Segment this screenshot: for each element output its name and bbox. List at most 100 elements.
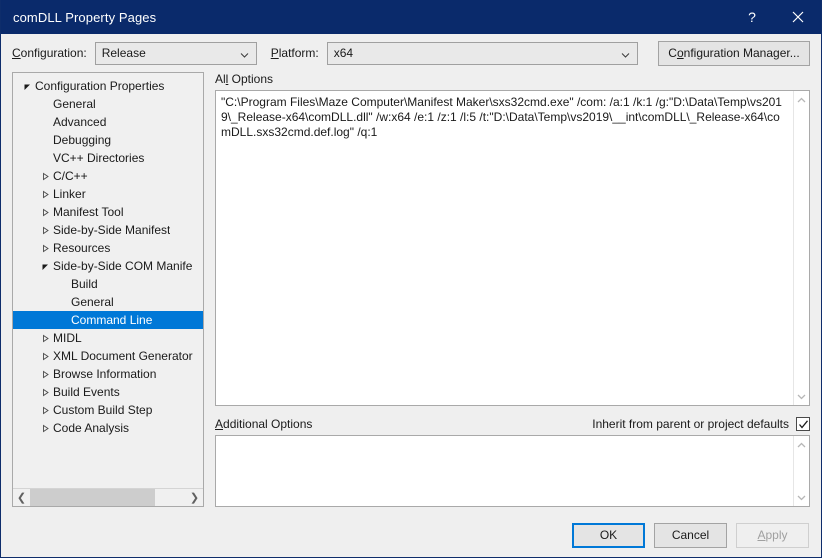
chevron-up-icon[interactable] [794,439,810,451]
triangle-right-icon[interactable] [37,190,53,199]
tree-horizontal-scrollbar[interactable]: ❮ ❯ [13,488,203,506]
options-pane: All Options "C:\Program Files\Maze Compu… [215,72,810,513]
apply-button: Apply [736,522,809,548]
triangle-down-icon[interactable] [37,262,53,271]
tree-item-c-c[interactable]: C/C++ [13,167,203,185]
tree-item-advanced[interactable]: Advanced [13,113,203,131]
platform-dropdown[interactable]: x64 [326,41,638,65]
tree-item-general[interactable]: General [13,293,203,311]
additional-options-value [216,436,793,506]
configuration-manager-button[interactable]: Configuration Manager... [658,40,810,66]
tree-item-build[interactable]: Build [13,275,203,293]
property-pages-dialog: comDLL Property Pages ? Configuration: R… [0,0,822,558]
tree-item-label: Custom Build Step [53,403,153,417]
triangle-right-icon[interactable] [37,352,53,361]
tree-item-label: Side-by-Side Manifest [53,223,171,237]
triangle-down-icon[interactable] [19,82,35,91]
inherit-defaults-checkbox[interactable] [796,417,810,431]
triangle-right-icon[interactable] [37,406,53,415]
tree-item-browse-information[interactable]: Browse Information [13,365,203,383]
additional-options-label: Additional Options [215,417,313,431]
triangle-right-icon[interactable] [37,208,53,217]
tree-item-side-by-side-com-manife[interactable]: Side-by-Side COM Manife [13,257,203,275]
tree-scroll-thumb[interactable] [30,489,155,506]
ok-button[interactable]: OK [572,522,645,548]
tree-item-label: XML Document Generator [53,349,193,363]
additional-options-textbox[interactable] [215,435,810,507]
chevron-down-icon[interactable] [794,390,810,402]
configuration-dropdown[interactable]: Release [94,41,257,65]
dialog-body: Configuration Properties General Advanced D… [1,72,821,513]
configuration-label: Configuration: [12,46,87,60]
tree-item-manifest-tool[interactable]: Manifest Tool [13,203,203,221]
tree-item-code-analysis[interactable]: Code Analysis [13,419,203,437]
all-options-label: All Options [215,72,274,86]
all-options-vertical-scrollbar[interactable] [793,91,809,405]
tree-item-label: Debugging [53,133,112,147]
ok-button-label: OK [599,528,618,542]
chevron-up-icon[interactable] [794,94,810,106]
triangle-right-icon[interactable] [37,370,53,379]
checkmark-icon [798,419,808,429]
configuration-value: Release [101,46,146,60]
triangle-right-icon[interactable] [37,388,53,397]
window-title: comDLL Property Pages [13,9,157,25]
tree-item-label: MIDL [53,331,82,345]
all-options-value: "C:\Program Files\Maze Computer\Manifest… [221,95,782,139]
platform-label: Platform: [270,46,319,60]
tree-item-custom-build-step[interactable]: Custom Build Step [13,401,203,419]
tree-item-linker[interactable]: Linker [13,185,203,203]
help-icon[interactable]: ? [729,0,775,34]
triangle-right-icon[interactable] [37,424,53,433]
inherit-defaults-row[interactable]: Inherit from parent or project defaults [592,417,810,435]
tree-item-vc-directories[interactable]: VC++ Directories [13,149,203,167]
tree-item-build-events[interactable]: Build Events [13,383,203,401]
tree-item-general[interactable]: General [13,95,203,113]
tree-item-label: General [53,97,96,111]
tree-item-xml-document-generator[interactable]: XML Document Generator [13,347,203,365]
additional-options-vertical-scrollbar[interactable] [793,436,809,506]
tree-item-label: C/C++ [53,169,88,183]
configuration-bar: Configuration: Release Platform: x64 Con… [1,34,821,72]
pane-spacer [215,406,810,417]
chevron-left-icon[interactable]: ❮ [13,489,30,506]
tree-item-label: Manifest Tool [53,205,124,219]
tree-item-side-by-side-manifest[interactable]: Side-by-Side Manifest [13,221,203,239]
title-bar: comDLL Property Pages ? [1,0,821,34]
all-options-textbox[interactable]: "C:\Program Files\Maze Computer\Manifest… [215,90,810,406]
triangle-right-icon[interactable] [37,334,53,343]
tree-item-label: Linker [53,187,86,201]
chevron-down-icon [240,49,249,58]
properties-tree[interactable]: Configuration Properties General Advanced D… [13,73,203,488]
chevron-down-icon[interactable] [794,491,810,503]
tree-item-label: VC++ Directories [53,151,145,165]
cancel-button[interactable]: Cancel [654,522,727,548]
title-bar-buttons: ? [729,0,821,34]
apply-button-label: Apply [757,528,788,542]
platform-value: x64 [333,46,354,60]
tree-item-debugging[interactable]: Debugging [13,131,203,149]
tree-item-label: Code Analysis [53,421,130,435]
tree-item-label: General [71,295,114,309]
triangle-right-icon[interactable] [37,226,53,235]
tree-item-label: Resources [53,241,111,255]
triangle-right-icon[interactable] [37,244,53,253]
chevron-right-icon[interactable]: ❯ [186,489,203,506]
additional-options-header: Additional Options Inherit from parent o… [215,417,810,435]
tree-item-midl[interactable]: MIDL [13,329,203,347]
cancel-button-label: Cancel [671,528,710,542]
tree-scroll-track[interactable] [30,489,186,506]
close-icon[interactable] [775,0,821,34]
triangle-right-icon[interactable] [37,172,53,181]
configuration-manager-label: Configuration Manager... [668,46,800,60]
tree-item-resources[interactable]: Resources [13,239,203,257]
tree-item-label: Command Line [71,313,153,327]
tree-item-command-line[interactable]: Command Line [13,311,203,329]
tree-item-label: Advanced [53,115,107,129]
tree-item-label: Side-by-Side COM Manife [53,259,193,273]
inherit-defaults-label: Inherit from parent or project defaults [592,417,789,431]
tree-item-label: Configuration Properties [35,79,165,93]
tree-item-label: Browse Information [53,367,157,381]
properties-tree-panel: Configuration Properties General Advanced D… [12,72,204,507]
tree-item-configuration-properties[interactable]: Configuration Properties [13,77,203,95]
